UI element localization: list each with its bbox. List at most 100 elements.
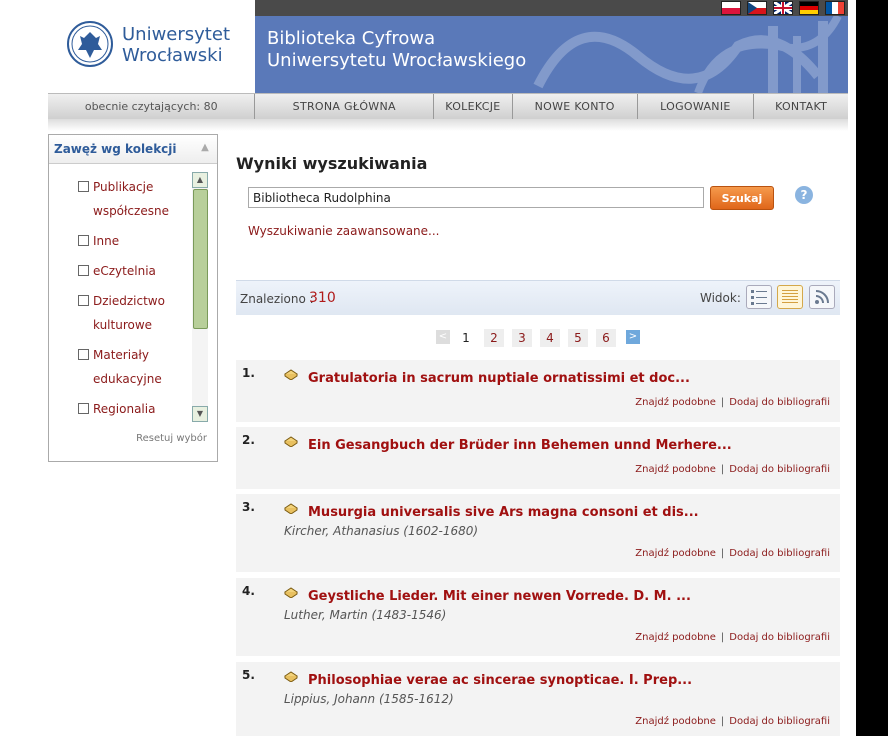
result-number: 5. — [242, 668, 255, 682]
result-title-link[interactable]: Musurgia universalis sive Ars magna cons… — [308, 505, 699, 520]
flag-pl-icon[interactable] — [721, 1, 741, 15]
book-icon — [284, 671, 298, 682]
page-link[interactable]: 6 — [596, 329, 616, 347]
collection-label: Materiały — [93, 348, 149, 362]
collection-label: Dziedzictwo — [93, 294, 165, 308]
add-to-bibliography-link[interactable]: Dodaj do bibliografii — [729, 464, 830, 475]
list-view-icon[interactable] — [746, 285, 772, 309]
header: Uniwersytet Wrocławski Biblioteka Cyfrow… — [48, 0, 848, 93]
page-link[interactable]: 4 — [540, 329, 560, 347]
collection-checkbox[interactable] — [78, 181, 89, 192]
collection-checkbox[interactable] — [78, 265, 89, 276]
collection-item[interactable]: Regionalia — [78, 397, 193, 421]
result-title-link[interactable]: Gratulatoria in sacrum nuptiale ornatiss… — [308, 371, 690, 386]
banner-decoration — [533, 16, 842, 93]
result-actions: Znajdź podobne | Dodaj do bibliografii — [635, 397, 830, 408]
scroll-up-icon[interactable]: ▲ — [192, 172, 208, 188]
result-title-link[interactable]: Geystliche Lieder. Mit einer newen Vorre… — [308, 589, 691, 604]
book-icon — [284, 587, 298, 598]
add-to-bibliography-link[interactable]: Dodaj do bibliografii — [729, 632, 830, 643]
advanced-search-link[interactable]: Wyszukiwanie zaawansowane... — [248, 224, 439, 238]
page-link[interactable]: 2 — [484, 329, 504, 347]
view-label: Widok: — [700, 291, 741, 305]
language-flags — [721, 1, 845, 15]
action-separator: | — [720, 397, 725, 408]
found-count: 310 — [309, 290, 336, 306]
header-banner: Biblioteka Cyfrowa Uniwersytetu Wrocławs… — [255, 0, 848, 93]
result-item: 3. Musurgia universalis sive Ars magna c… — [236, 494, 840, 572]
collection-filter-panel: Zawęż wg kolekcji ▲ Publikacje współczesn… — [48, 134, 218, 462]
add-to-bibliography-link[interactable]: Dodaj do bibliografii — [729, 397, 830, 408]
nav-shadow — [48, 119, 848, 131]
result-author: Luther, Martin (1483-1546) — [284, 608, 447, 622]
page-title: Wyniki wyszukiwania — [236, 154, 428, 173]
find-similar-link[interactable]: Znajdź podobne — [635, 632, 716, 643]
result-actions: Znajdź podobne | Dodaj do bibliografii — [635, 716, 830, 727]
find-similar-link[interactable]: Znajdź podobne — [635, 548, 716, 559]
result-item: 2. Ein Gesangbuch der Brüder inn Behemen… — [236, 427, 840, 489]
collapse-icon[interactable]: ▲ — [199, 142, 211, 154]
result-title-link[interactable]: Ein Gesangbuch der Brüder inn Behemen un… — [308, 438, 732, 453]
find-similar-link[interactable]: Znajdź podobne — [635, 716, 716, 727]
collection-label-line2: kulturowe — [93, 318, 153, 332]
collection-item[interactable]: Inne — [78, 229, 193, 253]
collection-checkbox[interactable] — [78, 403, 89, 414]
result-number: 1. — [242, 366, 255, 380]
collection-item[interactable]: eCzytelnia — [78, 259, 193, 283]
action-separator: | — [720, 632, 725, 643]
collection-checkbox[interactable] — [78, 295, 89, 306]
reset-selection-link[interactable]: Resetuj wybór — [136, 433, 207, 444]
collection-checkbox[interactable] — [78, 235, 89, 246]
found-label: Znaleziono : — [240, 292, 314, 306]
nav-collections[interactable]: KOLEKCJE — [433, 94, 512, 119]
flag-de-icon[interactable] — [799, 1, 819, 15]
nav-login[interactable]: LOGOWANIE — [636, 94, 754, 119]
rss-icon[interactable] — [809, 285, 835, 309]
collection-label-line2: współczesne — [93, 204, 169, 218]
find-similar-link[interactable]: Znajdź podobne — [635, 464, 716, 475]
filter-panel-title: Zawęż wg kolekcji — [54, 142, 177, 156]
readers-count: obecnie czytających: 80 — [84, 100, 218, 113]
university-name-line2: Wrocławski — [122, 45, 223, 66]
collection-item[interactable]: Materiały edukacyjne — [78, 343, 193, 391]
university-logo[interactable]: Uniwersytet Wrocławski — [48, 0, 256, 93]
detailed-view-icon[interactable] — [777, 285, 803, 309]
collection-label: Publikacje — [93, 180, 154, 194]
nav-contact[interactable]: KONTAKT — [753, 94, 848, 119]
result-actions: Znajdź podobne | Dodaj do bibliografii — [635, 464, 830, 475]
filter-panel-header: Zawęż wg kolekcji ▲ — [49, 135, 217, 164]
page-current: 1 — [462, 331, 470, 345]
nav-home[interactable]: STRONA GŁÓWNA — [254, 94, 433, 119]
find-similar-link[interactable]: Znajdź podobne — [635, 397, 716, 408]
action-separator: | — [720, 548, 725, 559]
scroll-thumb[interactable] — [193, 189, 208, 329]
university-name-line1: Uniwersytet — [122, 24, 230, 45]
collection-scrollbar[interactable]: ▲ ▼ — [192, 172, 208, 422]
book-icon — [284, 503, 298, 514]
collection-label: eCzytelnia — [93, 264, 156, 278]
result-item: 5. Philosophiae verae ac sincerae synopt… — [236, 662, 840, 736]
main-nav: obecnie czytających: 80 STRONA GŁÓWNA KO… — [48, 93, 848, 120]
search-input[interactable] — [248, 187, 704, 208]
flag-fr-icon[interactable] — [825, 1, 845, 15]
collection-item[interactable]: Dziedzictwo kulturowe — [78, 289, 193, 337]
results-summary-bar: Znaleziono : 310 Widok: — [236, 280, 840, 315]
result-number: 4. — [242, 584, 255, 598]
window-edge — [856, 0, 888, 736]
site-title-line2: Uniwersytetu Wrocławskiego — [267, 50, 527, 71]
flag-en-icon[interactable] — [773, 1, 793, 15]
prev-page-icon[interactable]: < — [436, 330, 450, 344]
next-page-icon[interactable]: > — [626, 330, 640, 344]
collection-item[interactable]: Publikacje współczesne — [78, 175, 193, 223]
page-link[interactable]: 5 — [568, 329, 588, 347]
page-link[interactable]: 3 — [512, 329, 532, 347]
add-to-bibliography-link[interactable]: Dodaj do bibliografii — [729, 716, 830, 727]
collection-checkbox[interactable] — [78, 349, 89, 360]
search-button[interactable]: Szukaj — [710, 186, 774, 210]
scroll-down-icon[interactable]: ▼ — [192, 406, 208, 422]
nav-new-account[interactable]: NOWE KONTO — [511, 94, 637, 119]
flag-cz-icon[interactable] — [747, 1, 767, 15]
help-icon[interactable]: ? — [795, 186, 813, 204]
add-to-bibliography-link[interactable]: Dodaj do bibliografii — [729, 548, 830, 559]
result-title-link[interactable]: Philosophiae verae ac sincerae synoptica… — [308, 673, 692, 688]
